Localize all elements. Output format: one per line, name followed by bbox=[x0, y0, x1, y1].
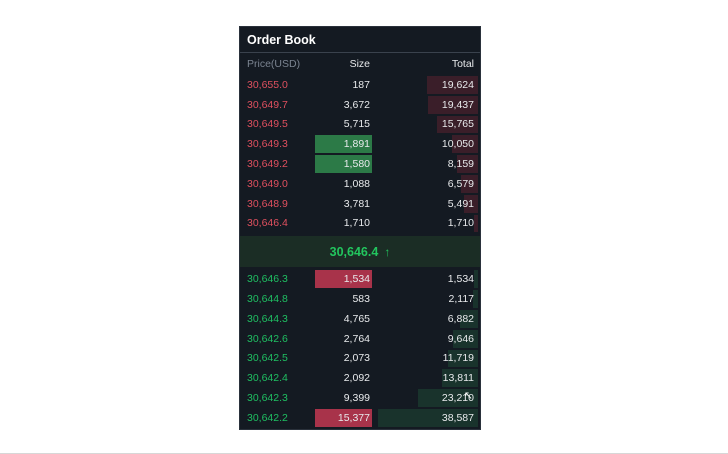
ask-total: 15,765 bbox=[441, 118, 474, 131]
bid-size: 583 bbox=[352, 293, 370, 306]
ask-price: 30,649.3 bbox=[247, 138, 288, 151]
order-book-title: Order Book bbox=[247, 32, 316, 47]
ask-size: 3,781 bbox=[343, 197, 370, 210]
bid-price: 30,642.4 bbox=[247, 372, 288, 385]
ask-price: 30,655.0 bbox=[247, 78, 288, 91]
bid-price: 30,644.3 bbox=[247, 312, 288, 325]
depth-bar bbox=[474, 270, 478, 289]
mid-price-value: 30,646.4 bbox=[329, 244, 379, 259]
ask-price: 30,648.9 bbox=[247, 197, 288, 210]
ask-size: 1,088 bbox=[343, 177, 370, 190]
arrow-up-icon: ↑ bbox=[384, 244, 391, 259]
ask-row[interactable]: 30,649.2 1,580 8,159 bbox=[240, 154, 480, 174]
ask-total: 19,624 bbox=[441, 78, 474, 91]
ask-row[interactable]: 30,646.4 1,710 1,710 bbox=[240, 214, 480, 234]
bid-row[interactable]: 30,646.3 1,534 1,534 bbox=[240, 269, 480, 289]
bid-row[interactable]: 30,642.6 2,764 9,646 bbox=[240, 329, 480, 349]
bid-size: 9,399 bbox=[343, 392, 370, 405]
ask-row[interactable]: 30,648.9 3,781 5,491 bbox=[240, 194, 480, 214]
ask-total: 1,710 bbox=[447, 217, 474, 230]
column-headers: Price(USD) Size Total bbox=[240, 53, 480, 75]
bid-price: 30,642.5 bbox=[247, 352, 288, 365]
mid-price-bar: 30,646.4 ↑ bbox=[240, 236, 480, 268]
ask-price: 30,649.5 bbox=[247, 118, 288, 131]
column-header-size: Size bbox=[349, 58, 370, 70]
order-book-panel: Order Book Price(USD) Size Total 30,655.… bbox=[239, 26, 481, 430]
mouse-cursor-icon: ↖ bbox=[463, 390, 473, 402]
bid-total: 2,117 bbox=[448, 293, 475, 306]
ask-total: 5,491 bbox=[447, 197, 474, 210]
ask-size: 1,580 bbox=[343, 158, 370, 171]
bid-price: 30,644.8 bbox=[247, 293, 288, 306]
bid-total: 1,534 bbox=[447, 273, 474, 286]
bid-total: 38,587 bbox=[441, 411, 474, 424]
bid-size: 4,765 bbox=[343, 312, 370, 325]
bid-total: 13,811 bbox=[442, 372, 474, 385]
ask-size: 187 bbox=[352, 78, 370, 91]
ask-total: 10,050 bbox=[441, 138, 474, 151]
page: Order Book Price(USD) Size Total 30,655.… bbox=[0, 0, 728, 454]
ask-price: 30,649.0 bbox=[247, 177, 288, 190]
ask-size: 1,891 bbox=[343, 138, 370, 151]
bids-list: 30,646.3 1,534 1,534 30,644.8 583 2,117 … bbox=[240, 269, 480, 427]
ask-row[interactable]: 30,649.5 5,715 15,765 bbox=[240, 115, 480, 135]
ask-row[interactable]: 30,649.0 1,088 6,579 bbox=[240, 174, 480, 194]
column-header-price: Price(USD) bbox=[247, 58, 301, 70]
bid-price: 30,642.3 bbox=[247, 392, 288, 405]
bid-size: 2,073 bbox=[343, 352, 370, 365]
depth-bar bbox=[474, 214, 478, 233]
order-book-header: Order Book bbox=[240, 27, 480, 53]
asks-list: 30,655.0 187 19,624 30,649.7 3,672 19,43… bbox=[240, 75, 480, 233]
ask-row[interactable]: 30,649.7 3,672 19,437 bbox=[240, 95, 480, 115]
ask-row[interactable]: 30,655.0 187 19,624 bbox=[240, 75, 480, 95]
ask-total: 19,437 bbox=[441, 98, 474, 111]
bid-row[interactable]: 30,642.5 2,073 11,719 bbox=[240, 349, 480, 369]
ask-row[interactable]: 30,649.3 1,891 10,050 bbox=[240, 134, 480, 154]
bid-total: 9,646 bbox=[447, 332, 474, 345]
bid-size: 1,534 bbox=[343, 273, 370, 286]
bid-price: 30,646.3 bbox=[247, 273, 288, 286]
bid-size: 2,092 bbox=[343, 372, 370, 385]
ask-size: 3,672 bbox=[343, 98, 370, 111]
bid-row[interactable]: 30,644.8 583 2,117 bbox=[240, 289, 480, 309]
bid-row[interactable]: 30,644.3 4,765 6,882 bbox=[240, 309, 480, 329]
bid-row[interactable]: 30,642.4 2,092 13,811 bbox=[240, 368, 480, 388]
bid-row[interactable]: 30,642.3 9,399 23,210 bbox=[240, 388, 480, 408]
ask-total: 8,159 bbox=[447, 158, 474, 171]
ask-price: 30,646.4 bbox=[247, 217, 288, 230]
bid-size: 15,377 bbox=[337, 411, 370, 424]
bid-size: 2,764 bbox=[343, 332, 370, 345]
ask-total: 6,579 bbox=[447, 177, 474, 190]
bid-row[interactable]: 30,642.2 15,377 38,587 bbox=[240, 408, 480, 428]
ask-price: 30,649.2 bbox=[247, 158, 288, 171]
column-header-total: Total bbox=[451, 58, 474, 70]
ask-size: 5,715 bbox=[343, 118, 370, 131]
ask-size: 1,710 bbox=[343, 217, 370, 230]
bid-total: 11,719 bbox=[442, 352, 474, 365]
ask-price: 30,649.7 bbox=[247, 98, 288, 111]
bid-price: 30,642.6 bbox=[247, 332, 288, 345]
bid-total: 6,882 bbox=[447, 312, 474, 325]
bid-price: 30,642.2 bbox=[247, 411, 288, 424]
